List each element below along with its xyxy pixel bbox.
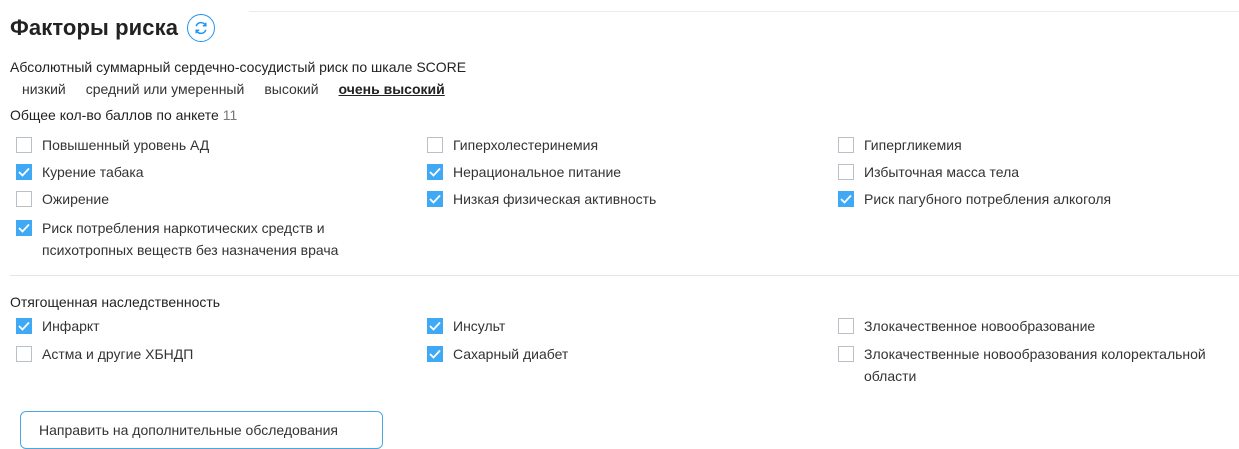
checkbox-box[interactable] <box>427 346 443 362</box>
section-divider <box>10 275 1239 276</box>
check-icon <box>429 194 441 204</box>
checkbox-label: Сахарный диабет <box>453 346 569 362</box>
checkbox-box[interactable] <box>838 318 854 334</box>
checkbox-stroke[interactable]: Инсульт <box>427 315 505 337</box>
checkbox-label: Риск потребления наркотических средств и… <box>42 220 339 258</box>
checkbox-drug-use-risk[interactable]: Риск потребления наркотических средств и… <box>16 217 338 261</box>
checkbox-box[interactable] <box>427 164 443 180</box>
top-divider <box>249 11 1239 12</box>
checkbox-box[interactable] <box>16 164 32 180</box>
checkbox-label: Избыточная масса тела <box>864 164 1020 180</box>
score-levels: низкий средний или умеренный высокий оче… <box>22 81 465 97</box>
total-score-value: 11 <box>222 107 238 123</box>
checkbox-alcohol-risk[interactable]: Риск пагубного потребления алкоголя <box>838 188 1111 210</box>
score-level-moderate[interactable]: средний или умеренный <box>86 81 245 97</box>
checkbox-label: Ожирение <box>42 191 109 207</box>
check-icon <box>429 349 441 359</box>
checkbox-box[interactable] <box>16 191 32 207</box>
checkbox-asthma[interactable]: Астма и другие ХБНДП <box>16 343 193 365</box>
checkbox-smoking[interactable]: Курение табака <box>16 161 144 183</box>
checkbox-colorectal-neoplasm[interactable]: Злокачественные новообразования колорект… <box>838 343 1206 387</box>
checkbox-label: Злокачественные новообразования колорект… <box>864 346 1206 384</box>
checkbox-box[interactable] <box>838 137 854 153</box>
score-level-high[interactable]: высокий <box>264 81 318 97</box>
check-icon <box>840 194 852 204</box>
check-icon <box>18 321 30 331</box>
checkbox-diabetes[interactable]: Сахарный диабет <box>427 343 568 365</box>
refresh-icon <box>195 21 207 35</box>
checkbox-box[interactable] <box>16 137 32 153</box>
checkbox-label: Гипергликемия <box>864 137 962 153</box>
checkbox-low-physical-activity[interactable]: Низкая физическая активность <box>427 188 656 210</box>
checkbox-label: Гиперхолестеринемия <box>453 137 599 153</box>
section-header: Факторы риска <box>10 10 216 46</box>
checkbox-box[interactable] <box>427 318 443 334</box>
checkbox-label: Инфаркт <box>42 318 100 334</box>
checkbox-box[interactable] <box>838 164 854 180</box>
refresh-button[interactable] <box>187 14 216 42</box>
checkbox-poor-nutrition[interactable]: Нерациональное питание <box>427 161 621 183</box>
heredity-title: Отягощенная наследственность <box>10 294 221 310</box>
checkbox-infarction[interactable]: Инфаркт <box>16 315 100 337</box>
score-label: Абсолютный суммарный сердечно-сосудистый… <box>10 59 467 75</box>
checkbox-label: Риск пагубного потребления алкоголя <box>864 191 1112 207</box>
score-level-low[interactable]: низкий <box>22 81 66 97</box>
checkbox-box[interactable] <box>427 137 443 153</box>
checkbox-label: Повышенный уровень АД <box>42 137 210 153</box>
checkbox-label: Низкая физическая активность <box>453 191 657 207</box>
checkbox-label: Курение табака <box>42 164 144 180</box>
checkbox-malignant-neoplasm[interactable]: Злокачественное новообразование <box>838 315 1095 337</box>
checkbox-box[interactable] <box>838 346 854 362</box>
checkbox-overweight[interactable]: Избыточная масса тела <box>838 161 1019 183</box>
total-score: Общее кол-во баллов по анкете 11 <box>10 107 237 123</box>
checkbox-label: Злокачественное новообразование <box>864 318 1096 334</box>
refer-additional-exams-button[interactable]: Направить на дополнительные обследования <box>20 411 383 449</box>
checkbox-box[interactable] <box>427 191 443 207</box>
total-score-label: Общее кол-во баллов по анкете <box>10 107 219 123</box>
checkbox-hyperglycemia[interactable]: Гипергликемия <box>838 134 962 156</box>
checkbox-box[interactable] <box>16 318 32 334</box>
check-icon <box>429 167 441 177</box>
checkbox-label: Инсульт <box>453 318 506 334</box>
checkbox-box[interactable] <box>16 346 32 362</box>
score-level-very-high[interactable]: очень высокий <box>339 81 445 97</box>
checkbox-box[interactable] <box>16 220 32 236</box>
checkbox-high-blood-pressure[interactable]: Повышенный уровень АД <box>16 134 209 156</box>
checkbox-label: Астма и другие ХБНДП <box>42 346 194 362</box>
check-icon <box>429 321 441 331</box>
check-icon <box>18 167 30 177</box>
checkbox-label: Нерациональное питание <box>453 164 622 180</box>
page-title: Факторы риска <box>10 15 179 40</box>
checkbox-obesity[interactable]: Ожирение <box>16 188 109 210</box>
check-icon <box>18 223 30 233</box>
checkbox-box[interactable] <box>838 191 854 207</box>
checkbox-hypercholesterolemia[interactable]: Гиперхолестеринемия <box>427 134 598 156</box>
